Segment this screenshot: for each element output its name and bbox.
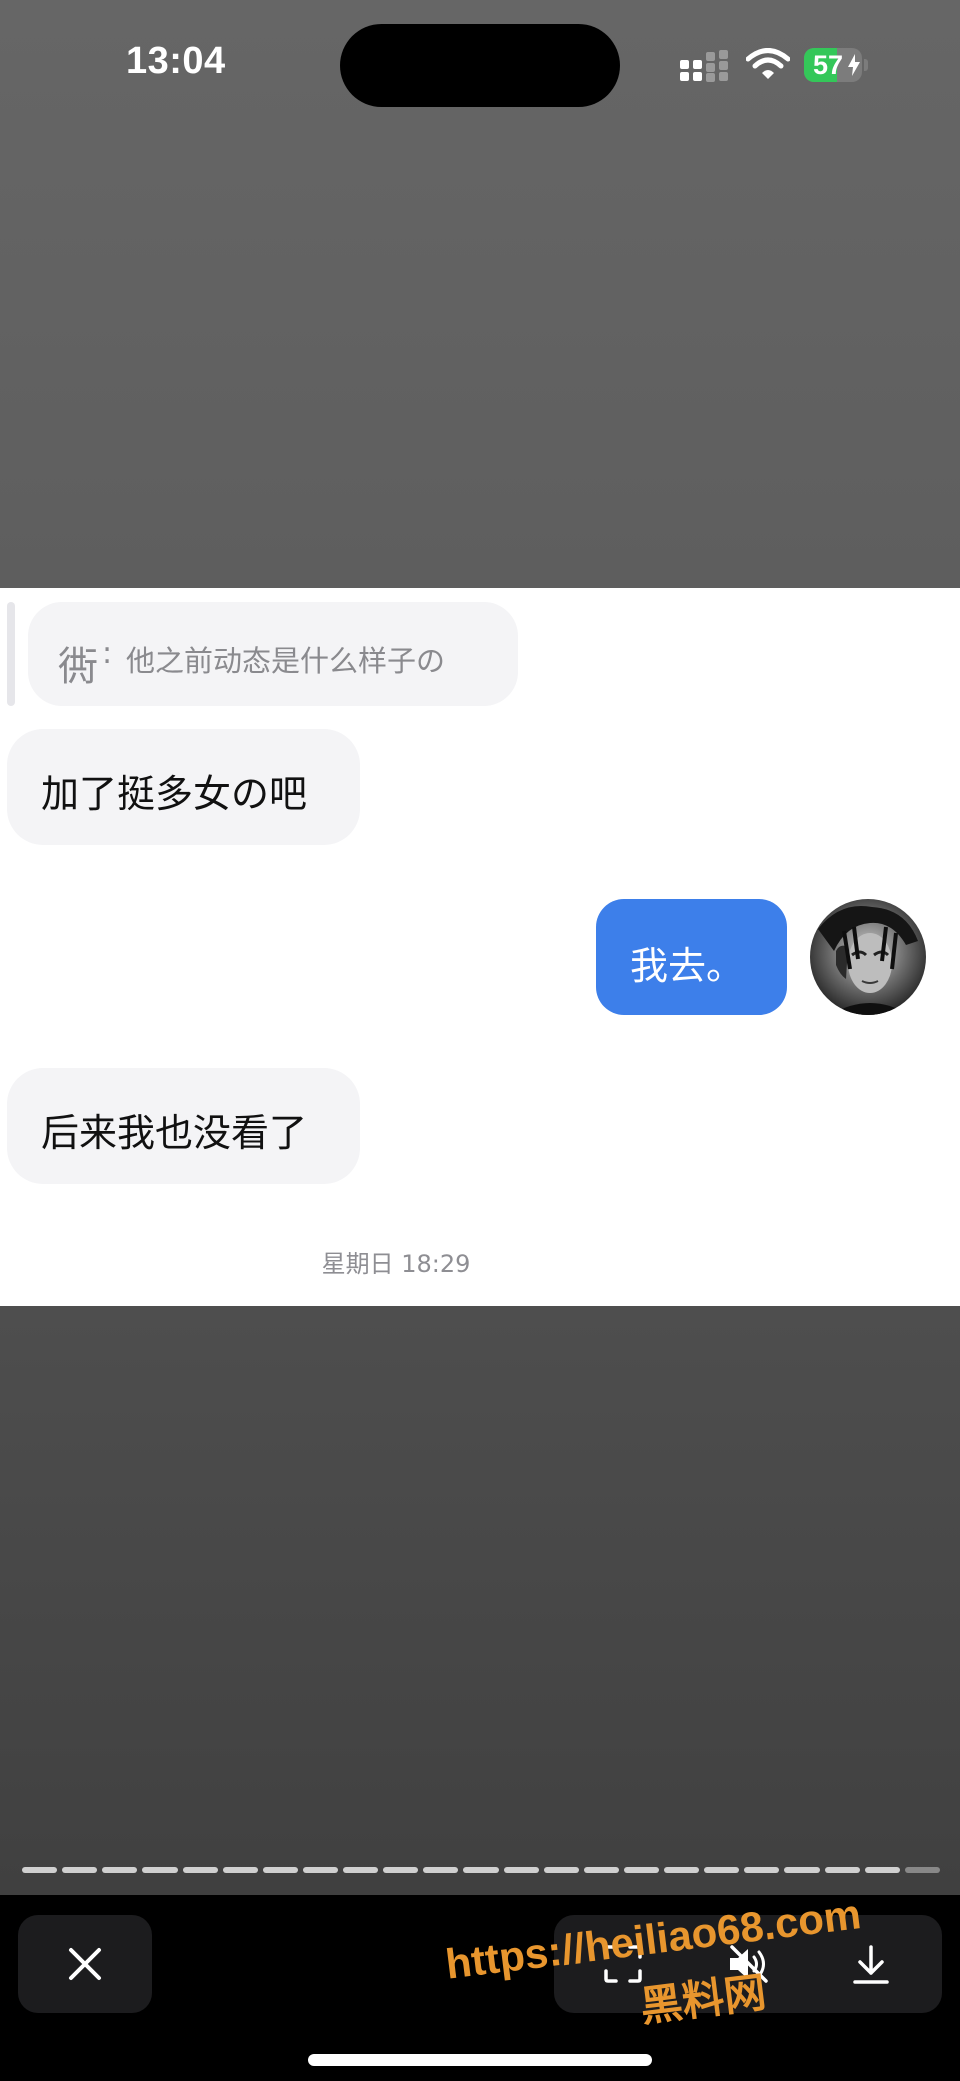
message-text: 加了挺多女の吧 bbox=[41, 772, 308, 816]
progress-segment bbox=[583, 1867, 619, 1873]
quoted-colon: : bbox=[102, 636, 113, 671]
message-bubble-incoming: 加了挺多女の吧 bbox=[7, 729, 360, 845]
close-button[interactable] bbox=[18, 1915, 152, 2013]
battery-cap bbox=[864, 59, 868, 71]
quoted-text: 他之前动态是什么样子の bbox=[126, 644, 446, 678]
progress-segment bbox=[182, 1867, 218, 1873]
avatar bbox=[810, 899, 926, 1015]
quoted-message: 衖 : 他之前动态是什么样子の bbox=[28, 602, 518, 706]
battery-indicator: 57 bbox=[804, 48, 868, 82]
progress-segment bbox=[623, 1867, 659, 1873]
progress-segment bbox=[262, 1867, 298, 1873]
battery-body: 57 bbox=[804, 48, 862, 82]
watermark-name: 黑料网 bbox=[637, 1967, 769, 2032]
progress-segment bbox=[343, 1867, 379, 1873]
progress-segment bbox=[62, 1867, 98, 1873]
progress-segment bbox=[463, 1867, 499, 1873]
story-progress-bar bbox=[22, 1867, 940, 1873]
progress-segment bbox=[744, 1867, 780, 1873]
progress-segment bbox=[904, 1867, 940, 1873]
progress-segment bbox=[22, 1867, 58, 1873]
battery-percent: 57 bbox=[812, 50, 844, 80]
close-icon bbox=[69, 1948, 101, 1980]
dynamic-island bbox=[340, 24, 620, 107]
progress-segment bbox=[222, 1867, 258, 1873]
message-text: 我去。 bbox=[630, 944, 745, 988]
wifi-icon bbox=[746, 48, 790, 79]
progress-segment bbox=[664, 1867, 700, 1873]
message-bubble-incoming: 后来我也没看了 bbox=[7, 1068, 360, 1184]
message-bubble-outgoing: 我去。 bbox=[596, 899, 787, 1015]
progress-segment bbox=[543, 1867, 579, 1873]
chat-screenshot: 衖 : 他之前动态是什么样子の 加了挺多女の吧 我去。 后来我也没看了 星期日 … bbox=[0, 588, 960, 1306]
progress-segment bbox=[383, 1867, 419, 1873]
progress-segment bbox=[142, 1867, 178, 1873]
progress-segment bbox=[102, 1867, 138, 1873]
message-text: 后来我也没看了 bbox=[41, 1111, 308, 1155]
progress-segment bbox=[302, 1867, 338, 1873]
progress-segment bbox=[704, 1867, 740, 1873]
charging-bolt-icon bbox=[848, 54, 860, 76]
progress-segment bbox=[423, 1867, 459, 1873]
cellular-signal-icon bbox=[680, 50, 728, 82]
progress-segment bbox=[503, 1867, 539, 1873]
progress-segment bbox=[784, 1867, 820, 1873]
chat-timestamp: 星期日 18:29 bbox=[321, 1250, 471, 1278]
quote-bar bbox=[7, 602, 15, 706]
status-time: 13:04 bbox=[126, 40, 226, 82]
quoted-sender: 衖 bbox=[58, 644, 98, 690]
